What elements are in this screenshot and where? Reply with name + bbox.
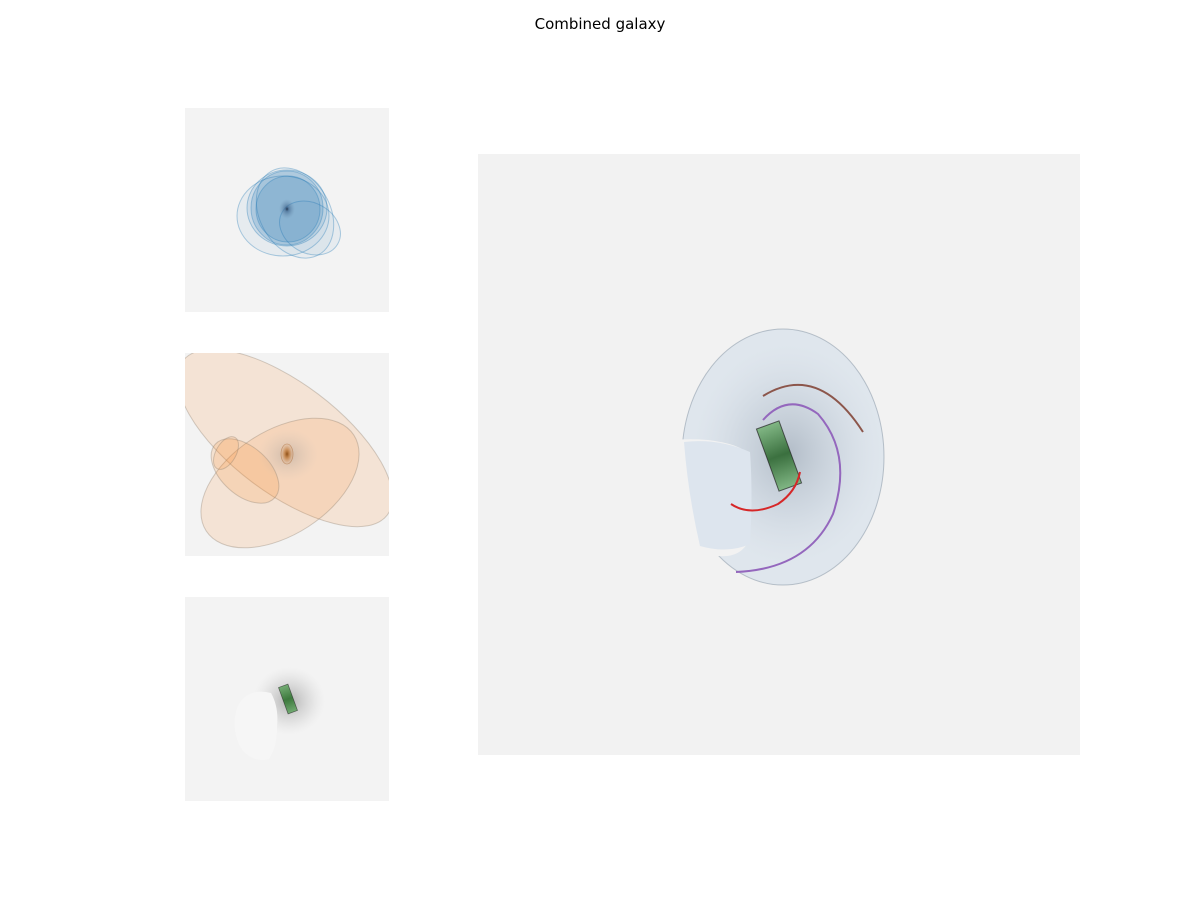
bar-component-panel: [185, 597, 389, 801]
disk-nucleus: [279, 199, 295, 219]
disk-component-panel: [185, 108, 389, 312]
bulge-nucleus: [280, 443, 294, 465]
figure-title: Combined galaxy: [534, 15, 666, 33]
bulge-component-panel: [185, 353, 389, 556]
combined-galaxy-panel: [478, 154, 1080, 755]
